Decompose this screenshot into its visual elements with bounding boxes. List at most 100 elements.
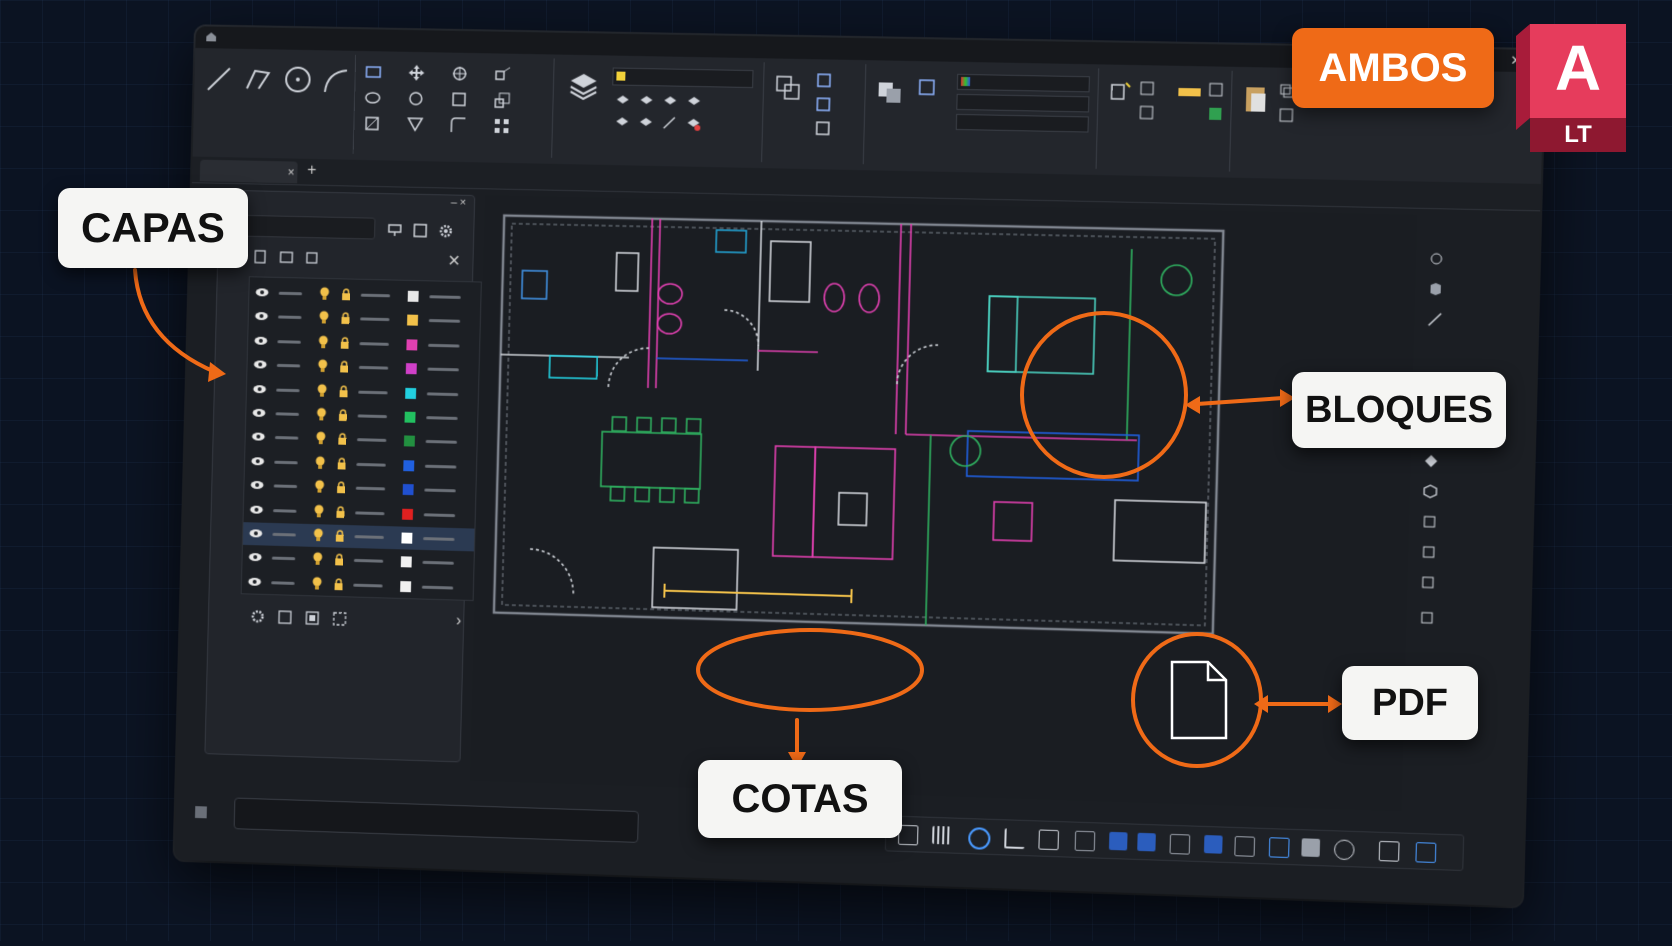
copy-icon[interactable] xyxy=(451,65,469,83)
pan-icon[interactable] xyxy=(1428,250,1445,267)
layer-color-swatch[interactable] xyxy=(403,460,414,471)
layer-color-swatch[interactable] xyxy=(402,508,413,519)
layer-state-icon[interactable] xyxy=(387,222,403,238)
region-icon[interactable] xyxy=(363,114,381,132)
lock-icon[interactable] xyxy=(334,578,344,590)
eye-icon[interactable] xyxy=(251,432,265,442)
layer-tool-7-icon[interactable] xyxy=(663,116,677,130)
lock-icon[interactable] xyxy=(339,361,349,373)
group-edit-icon[interactable] xyxy=(1139,105,1154,119)
fillet-icon[interactable] xyxy=(449,116,467,134)
eye-icon[interactable] xyxy=(250,480,264,490)
eye-icon[interactable] xyxy=(251,456,265,466)
drawing-canvas[interactable] xyxy=(470,195,1417,811)
circle-icon[interactable] xyxy=(284,65,312,93)
eye-icon[interactable] xyxy=(255,287,269,297)
utilities-icon-2[interactable] xyxy=(1208,107,1223,121)
layer-color-swatch[interactable] xyxy=(400,581,411,592)
lightbulb-icon[interactable] xyxy=(314,504,324,518)
layer-search-input[interactable] xyxy=(227,215,376,240)
create-block-icon[interactable] xyxy=(817,73,831,87)
ortho-icon[interactable] xyxy=(1004,828,1025,849)
tab-close-icon[interactable]: × xyxy=(287,165,294,179)
layer-row[interactable] xyxy=(249,281,481,309)
group-icon[interactable] xyxy=(1109,81,1132,104)
transparency-icon[interactable] xyxy=(1234,836,1255,857)
eye-icon[interactable] xyxy=(253,360,267,370)
eye-icon[interactable] xyxy=(255,311,269,321)
scale-icon[interactable] xyxy=(493,91,511,109)
lightbulb-icon[interactable] xyxy=(316,407,326,421)
measure-tool-icon[interactable] xyxy=(1426,311,1443,328)
layer-tool-3-icon[interactable] xyxy=(663,94,677,108)
layer-color-swatch[interactable] xyxy=(407,315,418,326)
polar-icon[interactable] xyxy=(1038,829,1059,850)
hatch-icon[interactable] xyxy=(364,89,382,107)
new-vp-layer-icon[interactable] xyxy=(278,249,294,265)
layer-tool-5-icon[interactable] xyxy=(615,115,629,129)
snap-icon[interactable] xyxy=(968,827,991,850)
trim-icon[interactable] xyxy=(406,115,424,133)
line-icon[interactable] xyxy=(206,66,232,92)
model-space-icon[interactable] xyxy=(195,806,207,818)
mirror-icon[interactable] xyxy=(450,90,468,108)
layer-row[interactable] xyxy=(242,570,474,599)
layer-tool-6-icon[interactable] xyxy=(639,116,653,130)
lock-icon[interactable] xyxy=(341,288,351,300)
settings-gear-icon[interactable] xyxy=(250,608,266,624)
layer-color-swatch[interactable] xyxy=(403,484,414,495)
lightbulb-icon[interactable] xyxy=(318,359,328,373)
nav-tool-3-icon[interactable] xyxy=(1419,609,1436,626)
command-line-input[interactable] xyxy=(234,798,639,843)
eye-icon[interactable] xyxy=(249,528,263,538)
nav-tool-1-icon[interactable] xyxy=(1420,544,1437,561)
annotation-icon[interactable] xyxy=(1301,838,1320,857)
lock-icon[interactable] xyxy=(340,337,350,349)
lock-icon[interactable] xyxy=(337,457,347,469)
isodraft-icon[interactable] xyxy=(1075,831,1096,852)
attribute-icon[interactable] xyxy=(816,121,830,135)
object-snap-tracking-icon[interactable] xyxy=(1109,832,1128,851)
eye-icon[interactable] xyxy=(252,408,266,418)
edit-block-icon[interactable] xyxy=(816,97,830,111)
eye-icon[interactable] xyxy=(250,504,264,514)
steering-wheel-icon[interactable] xyxy=(1421,513,1438,530)
ungroup-icon[interactable] xyxy=(1140,81,1155,95)
measure-icon[interactable] xyxy=(1176,82,1203,103)
selection-cycling-icon[interactable] xyxy=(1269,837,1290,858)
move-icon[interactable] xyxy=(407,64,425,82)
lineweight-icon[interactable] xyxy=(1169,834,1190,855)
insert-block-icon[interactable] xyxy=(775,74,802,100)
lightbulb-icon[interactable] xyxy=(316,432,326,446)
lock-icon[interactable] xyxy=(335,506,345,518)
layer-color-swatch[interactable] xyxy=(405,412,416,423)
match-properties-icon[interactable] xyxy=(876,76,905,105)
showmotion-icon[interactable] xyxy=(1423,453,1440,470)
layer-color-swatch[interactable] xyxy=(401,557,412,568)
new-layer-icon[interactable] xyxy=(253,249,269,265)
nav-tool-2-icon[interactable] xyxy=(1420,574,1437,591)
eye-icon[interactable] xyxy=(254,335,268,345)
layer-dropdown[interactable] xyxy=(612,68,753,89)
lightbulb-icon[interactable] xyxy=(312,576,322,590)
layer-color-swatch[interactable] xyxy=(404,436,415,447)
eye-icon[interactable] xyxy=(253,384,267,394)
layer-tool-8-icon[interactable] xyxy=(686,117,700,131)
lightbulb-icon[interactable] xyxy=(313,528,323,542)
panel-controls[interactable]: – × xyxy=(451,197,467,209)
delete-layer-icon[interactable] xyxy=(304,250,320,266)
units-icon[interactable] xyxy=(1379,841,1400,862)
lightbulb-icon[interactable] xyxy=(317,383,327,397)
lock-icon[interactable] xyxy=(336,481,346,493)
properties-icon[interactable] xyxy=(919,79,935,95)
grid-icon[interactable] xyxy=(932,826,951,845)
lock-icon[interactable] xyxy=(334,554,344,566)
layer-color-swatch[interactable] xyxy=(406,363,417,374)
close-filter-icon[interactable]: ✕ xyxy=(447,251,461,271)
lightbulb-icon[interactable] xyxy=(318,335,328,349)
lock-icon[interactable] xyxy=(339,385,349,397)
next-icon[interactable]: › xyxy=(456,612,462,630)
lock-icon[interactable] xyxy=(340,312,350,324)
lock-icon[interactable] xyxy=(337,433,347,445)
cut-icon[interactable] xyxy=(1279,108,1294,122)
